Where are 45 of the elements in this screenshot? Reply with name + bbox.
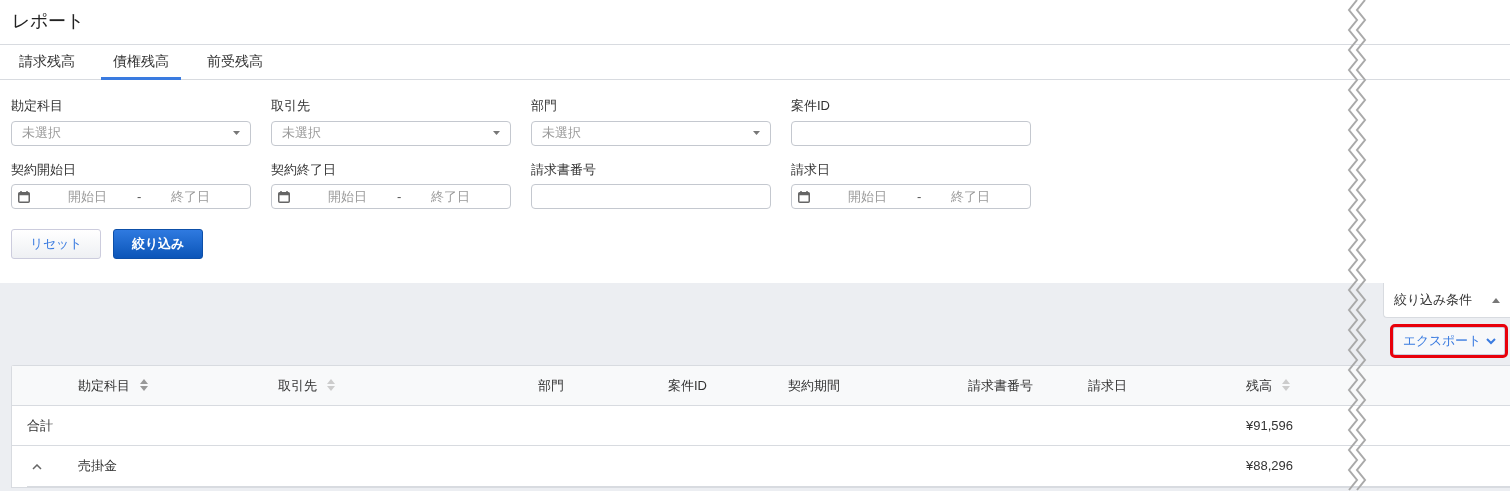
export-button[interactable]: エクスポート xyxy=(1393,327,1505,355)
column-header: 請求書番号 xyxy=(968,377,1033,393)
chevron-up-icon[interactable] xyxy=(32,463,42,470)
column-header: 請求日 xyxy=(1088,377,1127,393)
sort-icon[interactable] xyxy=(327,378,335,391)
column-header: 契約期間 xyxy=(788,377,840,393)
field-label: 請求書番号 xyxy=(531,160,596,179)
filter-button[interactable]: 絞り込み xyxy=(113,229,203,259)
table-cell: ¥91,596 xyxy=(1246,417,1293,433)
caret-icon xyxy=(753,131,760,135)
calendar-icon xyxy=(18,190,30,203)
field-label: 勘定科目 xyxy=(11,97,63,115)
reset-button[interactable]: リセット xyxy=(11,229,101,259)
input-field[interactable] xyxy=(791,120,1031,146)
caret-icon xyxy=(233,131,240,135)
field-label: 契約終了日 xyxy=(271,160,336,179)
field-label: 部門 xyxy=(531,97,557,115)
field-label: 契約開始日 xyxy=(11,160,76,179)
table-cell: ¥88,296 xyxy=(1246,458,1293,474)
sort-icon[interactable] xyxy=(1282,378,1290,391)
field-label: 請求日 xyxy=(791,160,830,179)
tab[interactable]: 請求残高 xyxy=(7,45,87,80)
field-label: 案件ID xyxy=(791,97,830,115)
chevron-down-icon xyxy=(1485,337,1496,345)
field-label: 取引先 xyxy=(271,97,310,115)
filter-toggle[interactable]: 絞り込み条件 xyxy=(1383,283,1510,318)
table-cell: 合計 xyxy=(27,417,53,433)
calendar-icon xyxy=(798,190,810,203)
input-field[interactable] xyxy=(531,184,771,209)
calendar-icon xyxy=(278,190,290,203)
tab[interactable]: 債権残高 xyxy=(101,45,181,80)
column-header: 勘定科目 xyxy=(78,377,130,393)
column-header: 取引先 xyxy=(278,377,317,393)
column-header: 部門 xyxy=(538,377,564,393)
table-cell: 売掛金 xyxy=(78,458,117,474)
sort-icon[interactable] xyxy=(140,378,148,391)
date-range-field[interactable]: 開始日 - 終了日 xyxy=(791,184,1031,209)
column-header: 案件ID xyxy=(668,377,707,393)
triangle-icon xyxy=(1492,297,1500,303)
column-header: 残高 xyxy=(1246,377,1272,393)
date-range-field[interactable]: 開始日 - 終了日 xyxy=(11,184,251,209)
page-title: レポート xyxy=(12,11,84,33)
caret-icon xyxy=(493,131,500,135)
tab[interactable]: 前受残高 xyxy=(195,45,275,80)
date-range-field[interactable]: 開始日 - 終了日 xyxy=(271,184,511,209)
